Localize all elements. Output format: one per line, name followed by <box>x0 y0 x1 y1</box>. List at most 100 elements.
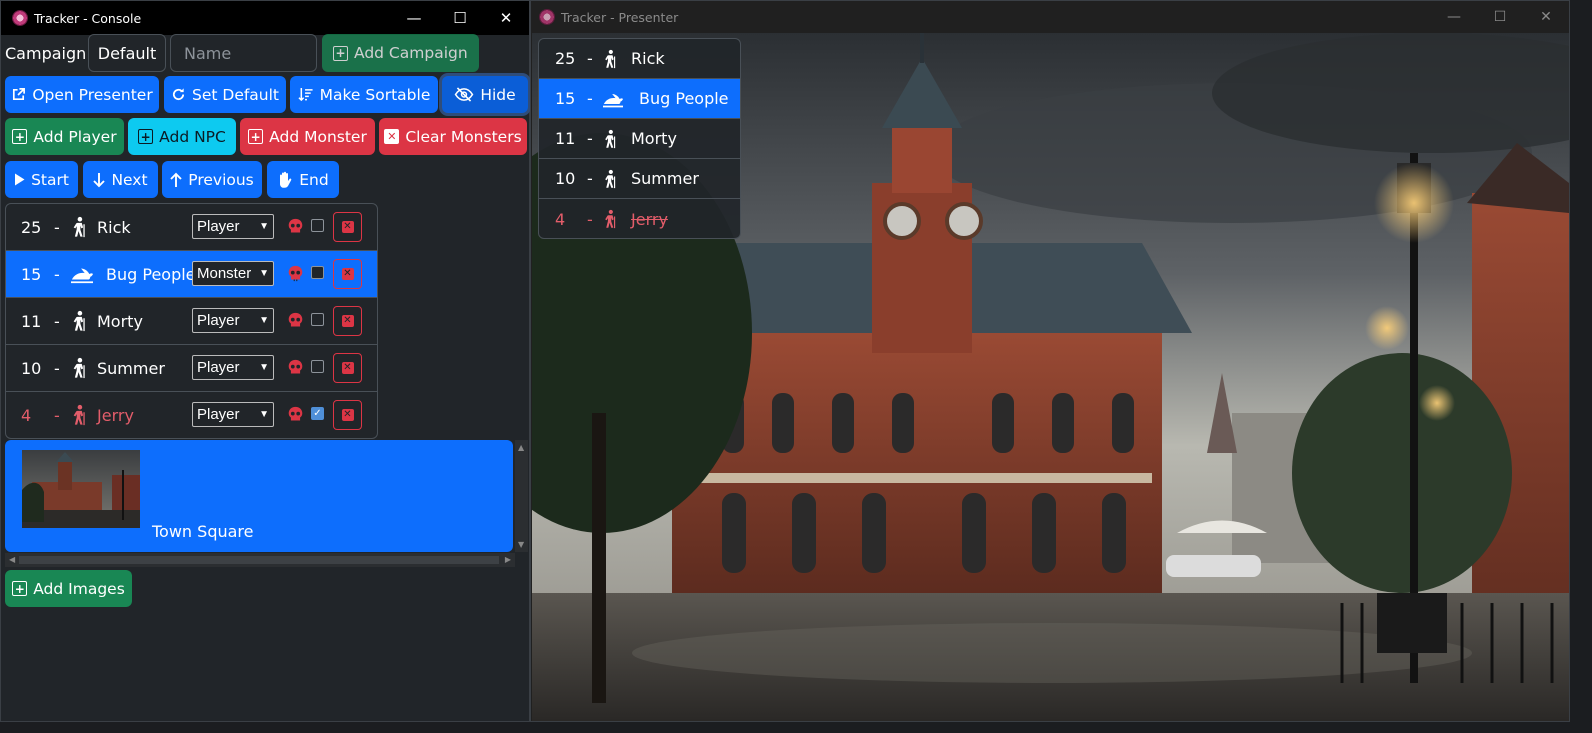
campaign-select[interactable]: Default <box>88 34 166 72</box>
bug-monster-icon <box>600 89 626 109</box>
player-icon <box>68 404 90 426</box>
type-select[interactable]: Player ▼ <box>192 214 274 239</box>
scrollbar-thumb[interactable] <box>19 556 499 564</box>
type-select[interactable]: Player ▼ <box>192 402 274 427</box>
dead-checkbox[interactable] <box>311 360 324 373</box>
combatant-row[interactable]: 11 - Morty Player ▼ ✕ <box>6 298 377 345</box>
clear-monsters-button[interactable]: ✕ Clear Monsters <box>379 118 527 155</box>
type-select[interactable]: Player ▼ <box>192 308 274 333</box>
dead-checkbox[interactable]: ✓ <box>311 407 324 420</box>
remove-button[interactable]: ✕ <box>333 212 362 242</box>
scroll-right-icon[interactable]: ▶ <box>505 555 511 564</box>
make-sortable-button[interactable]: Make Sortable <box>290 76 438 113</box>
close-button[interactable]: ✕ <box>483 1 529 35</box>
maximize-button[interactable]: ☐ <box>1477 1 1523 33</box>
plus-square-icon: + <box>138 129 154 144</box>
type-select[interactable]: Player ▼ <box>192 355 274 380</box>
combatant-name: Bug People <box>106 264 196 284</box>
play-icon <box>14 173 25 186</box>
scene-list: Town Square ▲ ▼ ◀ ▶ <box>5 440 528 570</box>
skull-icon[interactable] <box>287 406 304 423</box>
skull-icon[interactable] <box>287 218 304 235</box>
minimize-button[interactable]: — <box>391 1 437 35</box>
sort-icon <box>298 87 314 102</box>
dead-checkbox[interactable] <box>311 313 324 326</box>
end-button[interactable]: End <box>267 161 339 198</box>
start-button[interactable]: Start <box>5 161 78 198</box>
add-images-button[interactable]: + Add Images <box>5 570 132 607</box>
initiative-value: 11 <box>21 311 42 331</box>
open-presenter-button[interactable]: Open Presenter <box>5 76 159 113</box>
combatant-row[interactable]: 25 - Rick Player ▼ ✕ <box>6 204 377 251</box>
add-player-button[interactable]: + Add Player <box>5 118 124 155</box>
previous-button[interactable]: Previous <box>162 161 262 198</box>
skull-icon[interactable] <box>287 359 304 376</box>
hand-stop-icon <box>277 171 293 188</box>
dead-checkbox[interactable] <box>311 266 324 279</box>
chevron-down-icon: ▼ <box>259 315 269 326</box>
scroll-left-icon[interactable]: ◀ <box>9 555 15 564</box>
presenter-window: Tracker - Presenter — ☐ ✕ 25 - Rick 15 -… <box>530 0 1570 722</box>
presenter-row: 15 - Bug People <box>539 79 740 119</box>
remove-button[interactable]: ✕ <box>333 400 362 430</box>
combatant-name: Summer <box>97 358 165 378</box>
set-default-button[interactable]: Set Default <box>164 76 286 113</box>
arrow-down-icon <box>93 172 106 188</box>
add-campaign-button[interactable]: + Add Campaign <box>322 34 479 72</box>
chevron-down-icon: ▼ <box>259 409 269 420</box>
combatant-row[interactable]: 10 - Summer Player ▼ ✕ <box>6 345 377 392</box>
player-icon <box>600 169 620 189</box>
combatant-row[interactable]: 4 - Jerry Player ▼ ✓ ✕ <box>6 392 377 438</box>
dead-checkbox[interactable] <box>311 219 324 232</box>
combatant-name: Morty <box>97 311 143 331</box>
scroll-up-icon[interactable]: ▲ <box>518 443 524 452</box>
console-title: Tracker - Console <box>34 10 142 26</box>
app-logo-icon <box>12 10 28 26</box>
chevron-down-icon: ▼ <box>259 362 269 373</box>
presenter-row: 11 - Morty <box>539 119 740 159</box>
close-button[interactable]: ✕ <box>1523 1 1569 33</box>
skull-icon[interactable] <box>287 312 304 329</box>
refresh-icon <box>171 87 186 102</box>
x-square-icon: ✕ <box>341 221 354 233</box>
x-square-icon: ✕ <box>341 315 354 327</box>
initiative-list: 25 - Rick Player ▼ ✕ 15 - Bug People Mons… <box>5 203 378 439</box>
initiative-value: 25 <box>21 217 42 237</box>
plus-square-icon: + <box>12 581 28 596</box>
eye-slash-icon <box>454 87 474 102</box>
x-square-icon: ✕ <box>341 362 354 374</box>
combatant-row[interactable]: 15 - Bug People Monster ▼ ✕ <box>6 251 377 298</box>
campaign-name-input[interactable]: Name <box>170 34 317 72</box>
add-npc-button[interactable]: + Add NPC <box>128 118 236 155</box>
initiative-value: 4 <box>21 406 32 425</box>
scene-card[interactable]: Town Square <box>5 440 513 552</box>
skull-icon[interactable] <box>287 265 304 282</box>
presenter-row: 4 - Jerry <box>555 209 668 229</box>
initiative-value: 15 <box>21 264 42 284</box>
player-icon <box>600 49 620 69</box>
hide-button[interactable]: Hide <box>442 76 528 113</box>
presenter-title: Tracker - Presenter <box>561 9 679 25</box>
presenter-row: 25 - Rick <box>539 39 740 79</box>
plus-square-icon: + <box>333 45 348 61</box>
scroll-down-icon[interactable]: ▼ <box>518 540 524 549</box>
maximize-button[interactable]: ☐ <box>437 1 483 35</box>
presenter-initiative-list: 25 - Rick 15 - Bug People 11 - Morty 10 … <box>538 38 741 239</box>
player-icon <box>68 310 90 332</box>
add-monster-button[interactable]: + Add Monster <box>240 118 375 155</box>
horizontal-scrollbar[interactable]: ◀ ▶ <box>5 553 515 567</box>
x-square-icon: ✕ <box>341 268 354 280</box>
remove-button[interactable]: ✕ <box>333 353 362 383</box>
arrow-up-icon <box>170 172 182 188</box>
chevron-down-icon: ▼ <box>259 221 269 232</box>
next-button[interactable]: Next <box>83 161 158 198</box>
presenter-row: 10 - Summer <box>539 159 740 199</box>
vertical-scrollbar[interactable]: ▲ ▼ <box>515 440 528 552</box>
type-select[interactable]: Monster ▼ <box>192 261 274 286</box>
remove-button[interactable]: ✕ <box>333 259 362 289</box>
console-window: Tracker - Console — ☐ ✕ Campaign: Defaul… <box>0 0 530 722</box>
remove-button[interactable]: ✕ <box>333 306 362 336</box>
chevron-down-icon: ▼ <box>259 268 269 279</box>
scene-label: Town Square <box>152 522 254 541</box>
minimize-button[interactable]: — <box>1431 1 1477 33</box>
